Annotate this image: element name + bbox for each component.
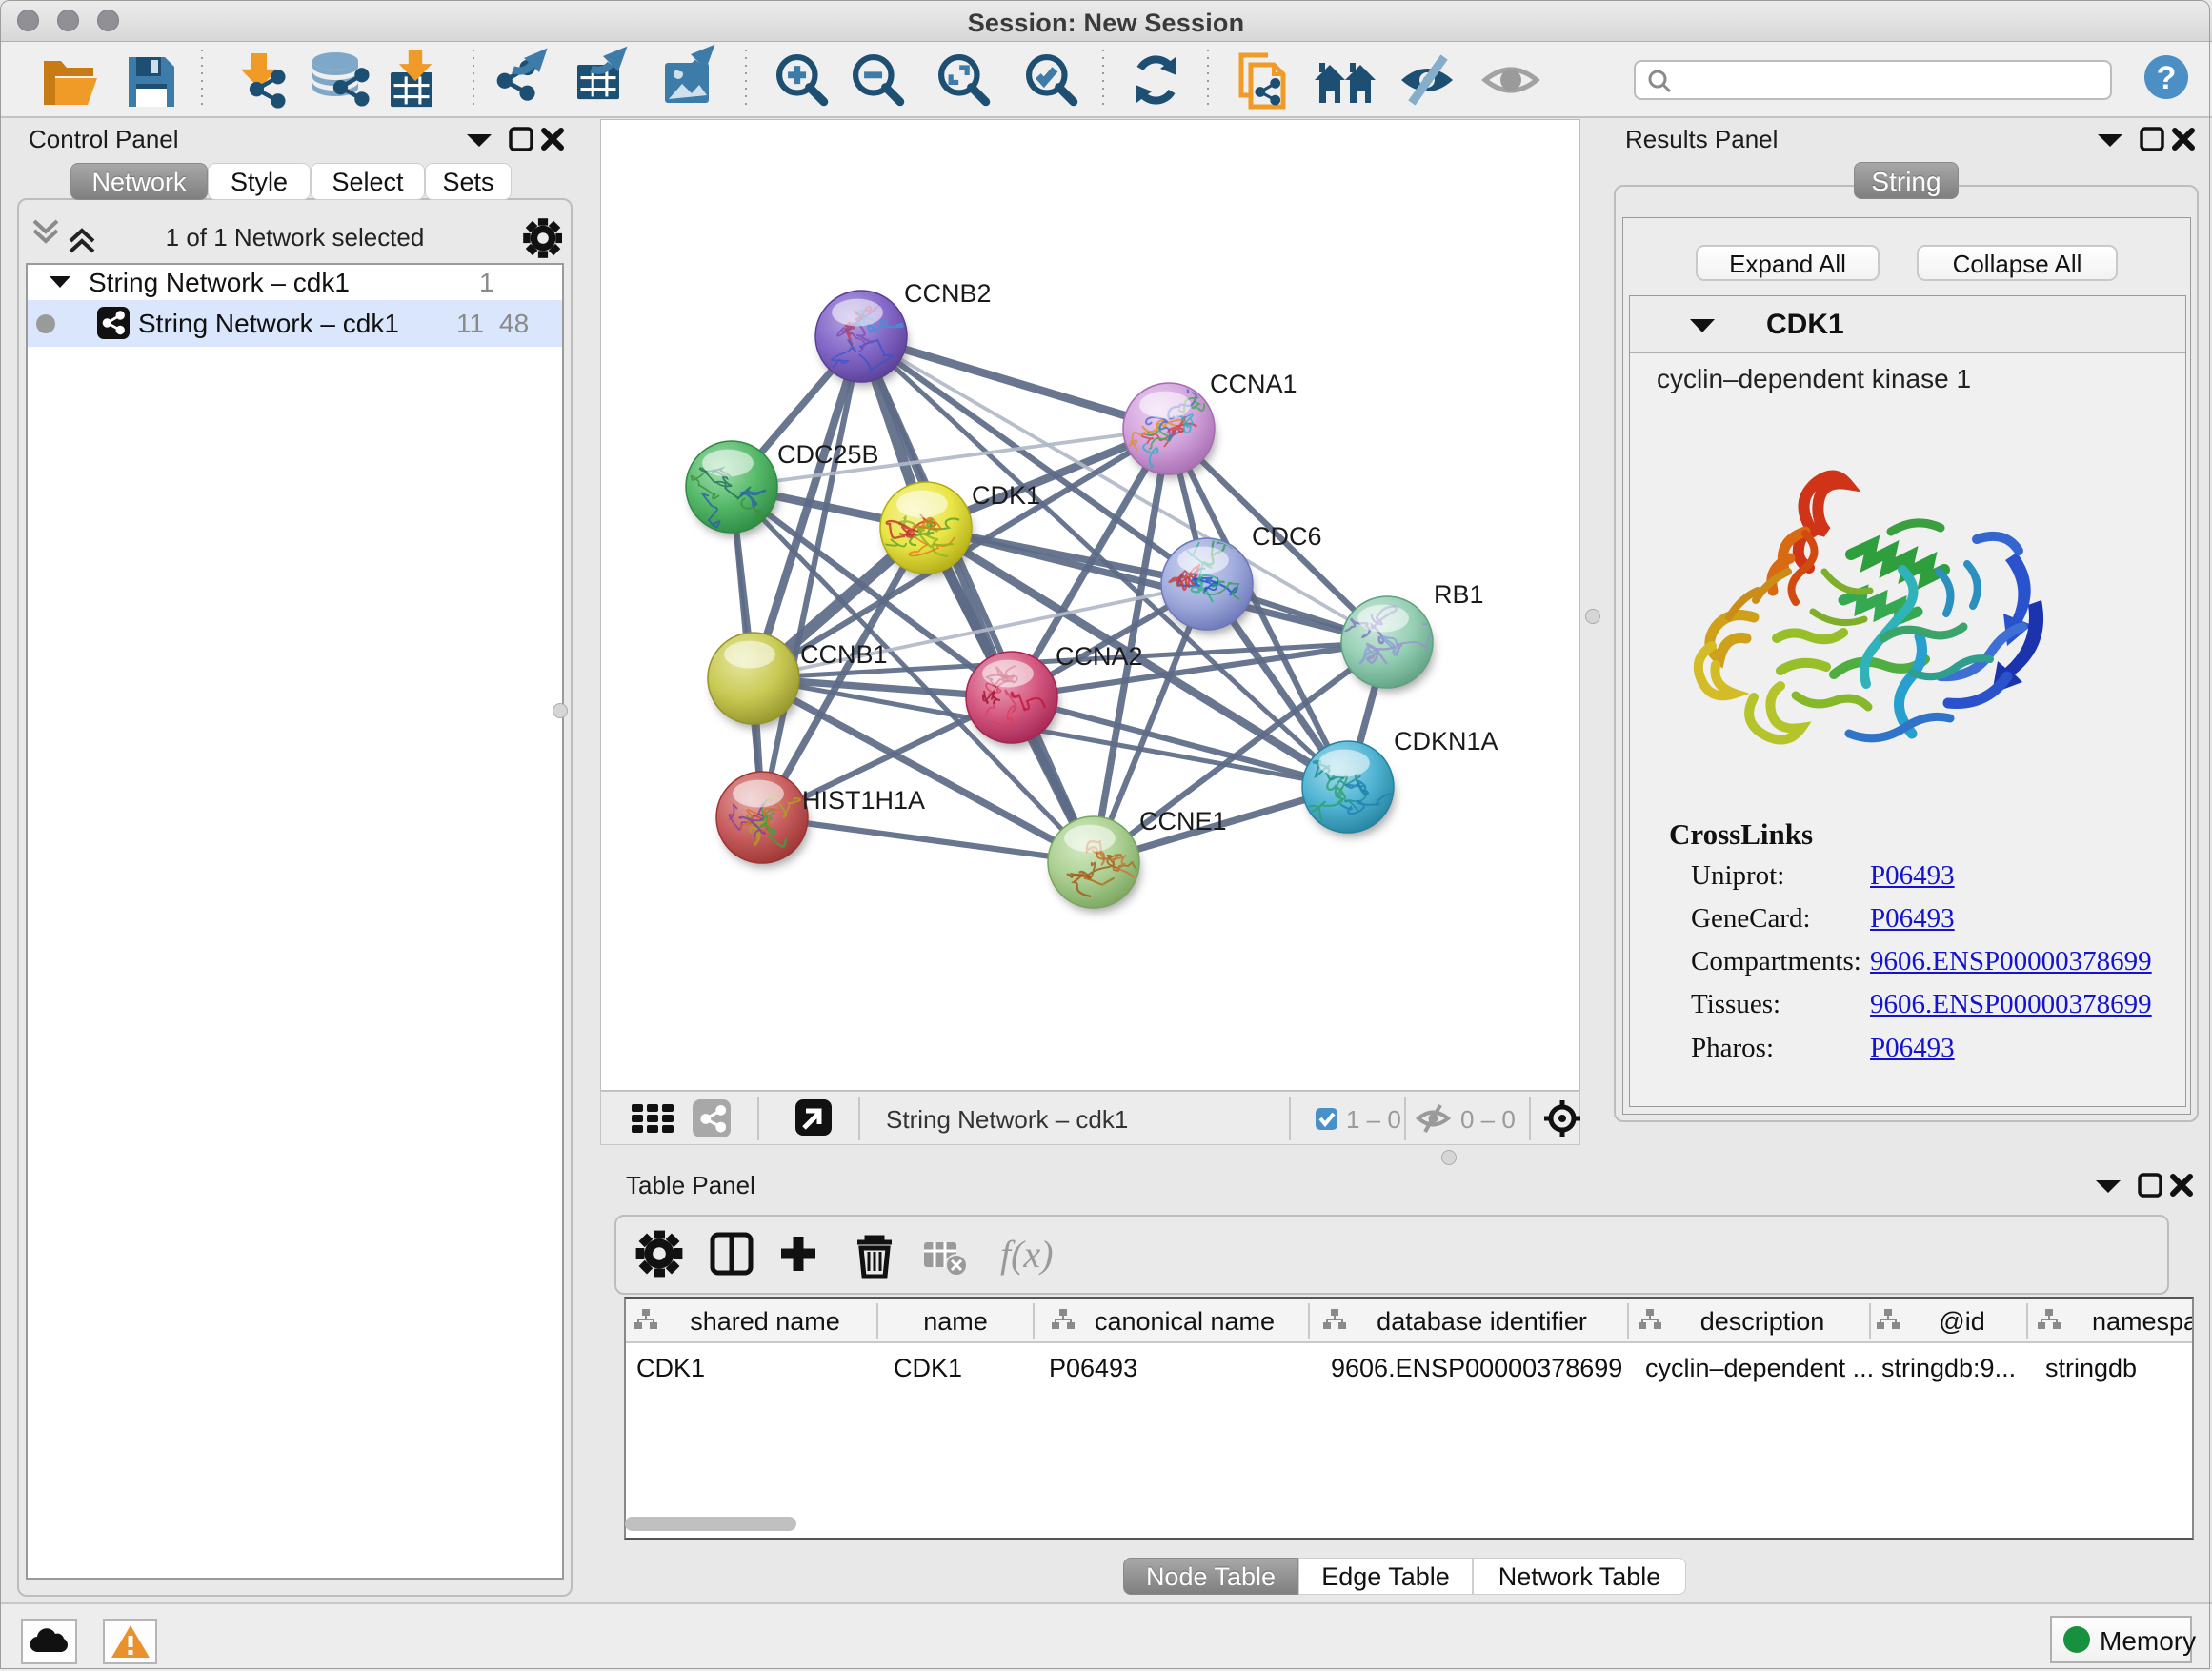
svg-text:CDC25B: CDC25B: [777, 440, 879, 469]
svg-text:?: ?: [2157, 60, 2177, 96]
svg-text:namespace: namespace: [2092, 1307, 2192, 1336]
svg-text:CCNB1: CCNB1: [800, 640, 888, 669]
svg-text:CCNA2: CCNA2: [1056, 642, 1143, 671]
svg-text:description: description: [1700, 1307, 1825, 1336]
svg-text:shared name: shared name: [690, 1307, 840, 1336]
svg-text:CCNB2: CCNB2: [904, 279, 992, 308]
svg-text:RB1: RB1: [1434, 580, 1484, 609]
svg-text:String Network – cdk1: String Network – cdk1: [886, 1105, 1128, 1134]
svg-text:f(x): f(x): [1000, 1233, 1054, 1276]
svg-text:CDC6: CDC6: [1252, 522, 1322, 551]
svg-text:CDK1: CDK1: [972, 481, 1040, 510]
svg-text:1 – 0: 1 – 0: [1346, 1105, 1401, 1134]
svg-text:canonical name: canonical name: [1095, 1307, 1275, 1336]
svg-text:0 – 0: 0 – 0: [1460, 1105, 1516, 1134]
svg-text:CDKN1A: CDKN1A: [1394, 727, 1498, 755]
svg-text:CCNA1: CCNA1: [1210, 370, 1297, 398]
svg-text:CCNE1: CCNE1: [1139, 807, 1227, 836]
svg-text:database identifier: database identifier: [1377, 1307, 1587, 1336]
svg-text:@id: @id: [1939, 1307, 1984, 1336]
svg-text:HIST1H1A: HIST1H1A: [802, 786, 925, 815]
svg-text:name: name: [923, 1307, 988, 1336]
